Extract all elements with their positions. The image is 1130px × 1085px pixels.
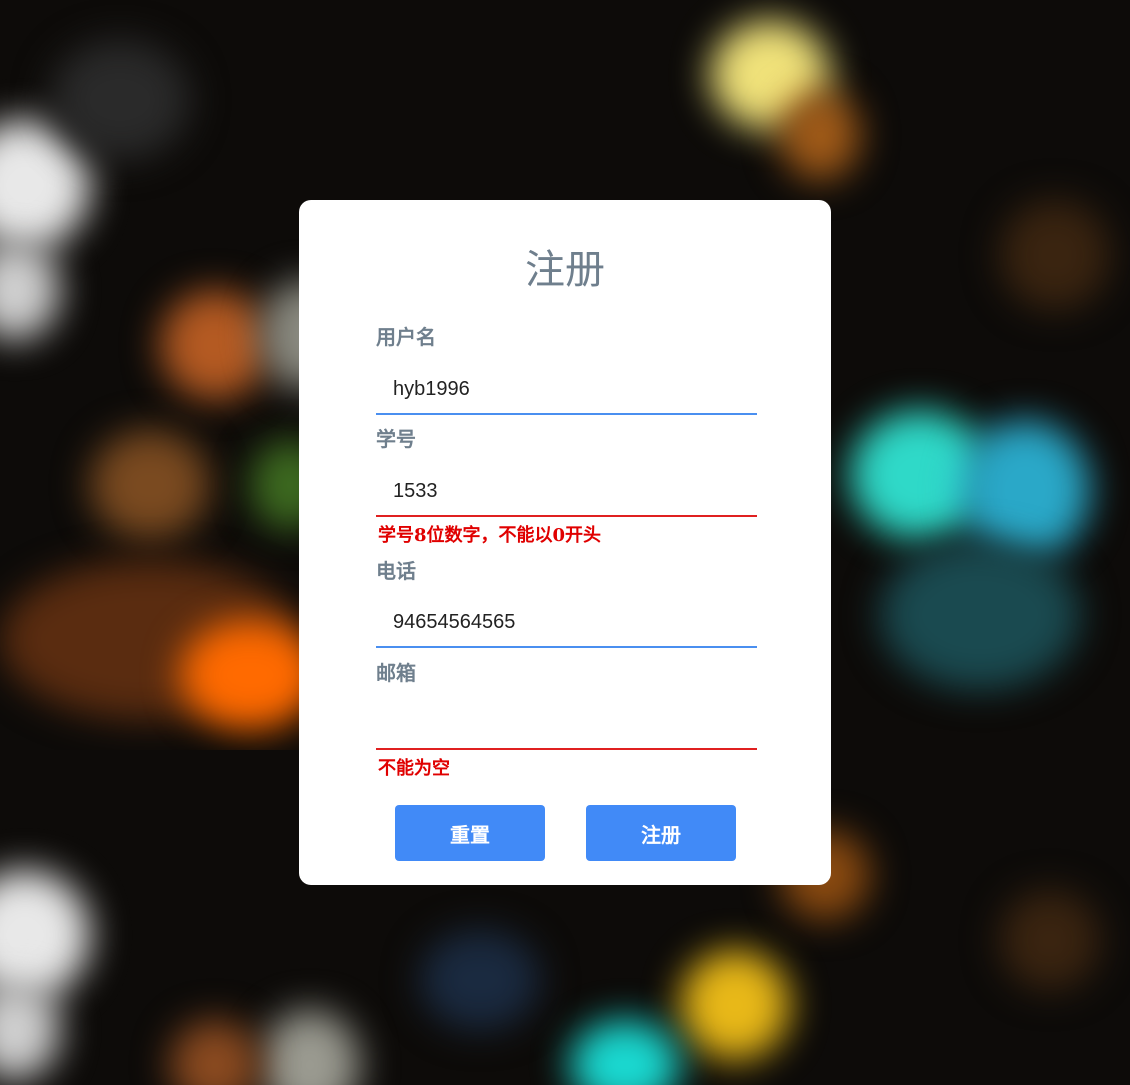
student-id-label: 学号 <box>376 427 416 451</box>
email-error: 不能为空 <box>378 758 450 779</box>
email-input[interactable] <box>376 700 757 750</box>
student-id-error: 学号8位数字，不能以0开头 <box>378 525 602 546</box>
email-label: 邮箱 <box>376 661 416 685</box>
page-title: 注册 <box>525 247 605 293</box>
username-label: 用户名 <box>376 325 436 349</box>
username-input[interactable] <box>376 365 757 415</box>
phone-label: 电话 <box>376 559 416 583</box>
register-button[interactable]: 注册 <box>586 805 736 861</box>
reset-button[interactable]: 重置 <box>395 805 545 861</box>
phone-input[interactable] <box>376 598 757 648</box>
student-id-input[interactable] <box>376 467 757 517</box>
